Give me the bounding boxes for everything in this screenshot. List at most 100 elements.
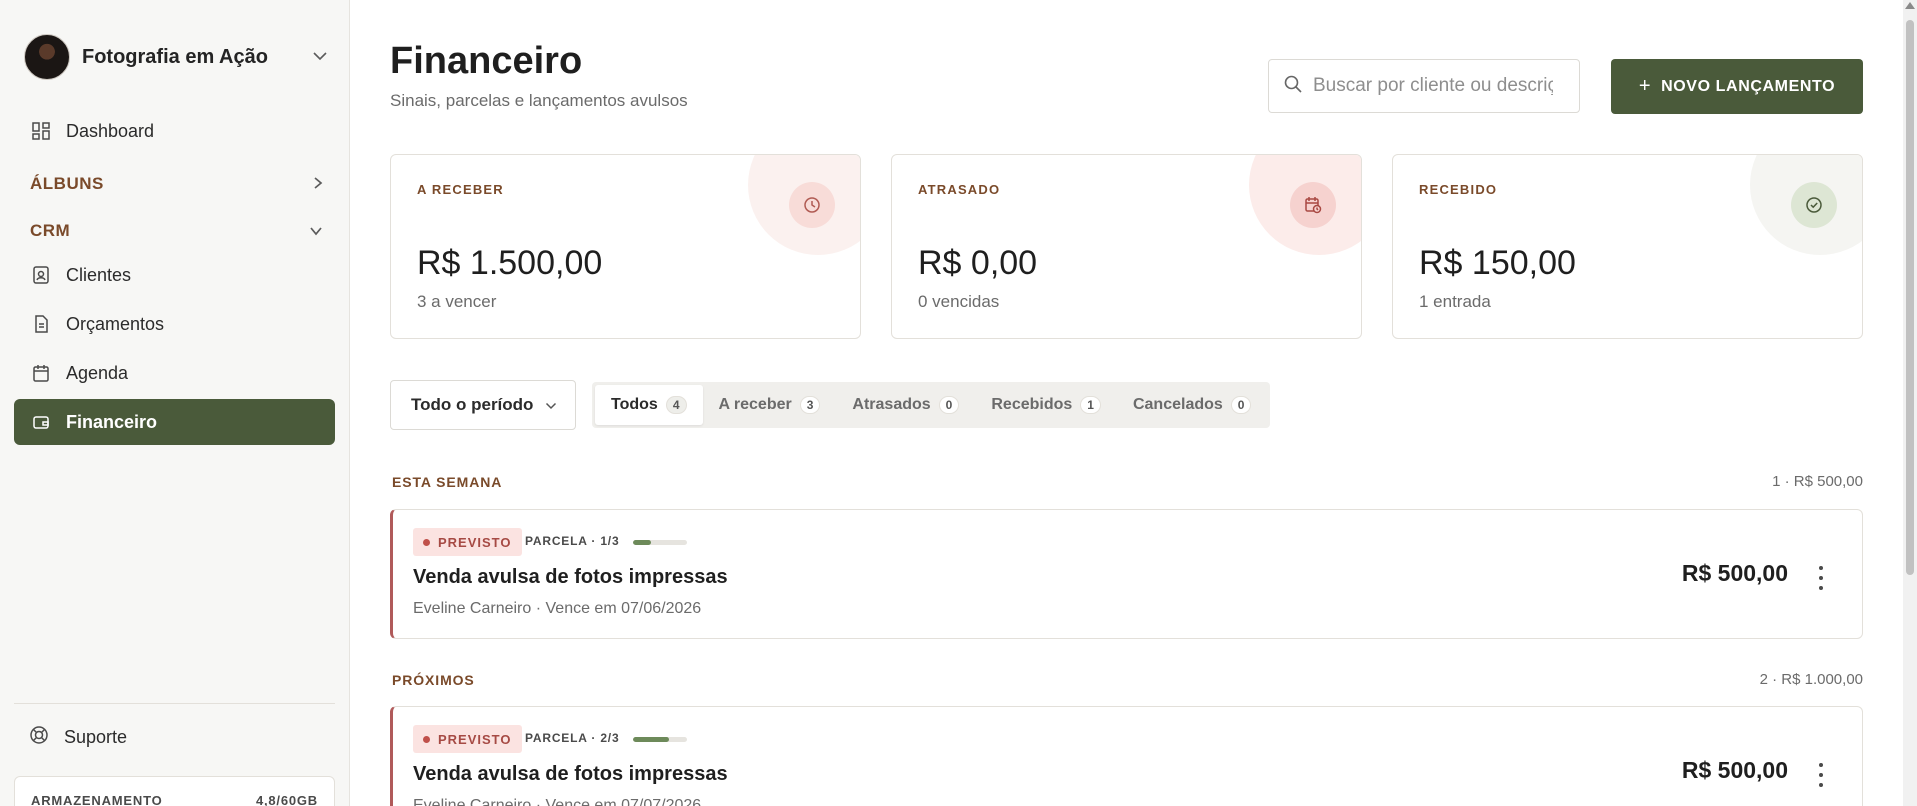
card-label: A RECEBER xyxy=(417,182,504,197)
sidebar-item-clientes[interactable]: Clientes xyxy=(14,252,335,298)
card-note: 0 vencidas xyxy=(918,292,1000,311)
storage-value: 4,8/60GB xyxy=(255,793,318,806)
sidebar-item-label: Dashboard xyxy=(66,120,155,141)
chevron-down-icon xyxy=(309,223,323,239)
tab-todos[interactable]: Todos 4 xyxy=(595,385,703,425)
document-icon xyxy=(30,313,52,335)
list-item[interactable]: PREVISTO PARCELA · 1/3 Venda avulsa de f… xyxy=(390,509,1863,639)
sidebar-item-label: Orçamentos xyxy=(66,313,165,334)
sidebar-item-label: Financeiro xyxy=(66,411,158,432)
storage-widget: ARMAZENAMENTO 4,8/60GB xyxy=(14,776,335,806)
card-a-receber: A RECEBER R$ 1.500,00 3 a vencer xyxy=(390,154,861,339)
status-tabs: Todos 4 A receber 3 Atrasados 0 Recebido… xyxy=(592,382,1271,428)
group-summary: 1 · R$ 500,00 xyxy=(1772,473,1863,490)
sidebar-section-crm[interactable]: CRM xyxy=(14,209,335,253)
group-summary: 2 · R$ 1.000,00 xyxy=(1759,671,1863,688)
group-heading: ESTA SEMANA xyxy=(392,474,503,490)
entry-title: Venda avulsa de fotos impressas xyxy=(413,566,728,588)
installment-progress xyxy=(633,540,687,545)
installment-tag: PARCELA · 2/3 xyxy=(525,731,620,745)
installment-progress xyxy=(633,737,687,742)
tab-label: A receber xyxy=(718,396,792,413)
status-dot xyxy=(423,538,430,546)
nav-crm: Clientes Orçamentos Agenda Financeiro xyxy=(14,252,335,445)
entry-meta: Eveline Carneiro · Vence em 07/07/2026 xyxy=(413,797,702,806)
workspace-switcher[interactable]: Fotografia em Ação xyxy=(24,34,328,80)
sidebar-section-label: CRM xyxy=(30,221,71,240)
tab-atrasados[interactable]: Atrasados 0 xyxy=(836,385,975,425)
calendar-alert-icon xyxy=(1290,182,1336,228)
new-entry-label: NOVO LANÇAMENTO xyxy=(1661,77,1836,95)
installment-progress-fill xyxy=(633,737,670,742)
tab-a-receber[interactable]: A receber 3 xyxy=(703,385,837,425)
tab-recebidos[interactable]: Recebidos 1 xyxy=(975,385,1117,425)
storage-label: ARMAZENAMENTO xyxy=(31,793,163,806)
chevron-down-icon xyxy=(312,48,328,66)
more-options-icon[interactable] xyxy=(1814,566,1828,590)
nav-albums: ÁLBUNS CRM xyxy=(14,162,335,253)
nav-main: Dashboard xyxy=(14,108,335,154)
card-note: 3 a vencer xyxy=(417,292,497,311)
sidebar-section-albums[interactable]: ÁLBUNS xyxy=(14,162,335,206)
card-label: ATRASADO xyxy=(918,182,1001,197)
sidebar-item-agenda[interactable]: Agenda xyxy=(14,350,335,396)
check-circle-icon xyxy=(1791,182,1837,228)
search-icon xyxy=(1283,74,1303,99)
calendar-icon xyxy=(30,362,52,384)
list-item[interactable]: PREVISTO PARCELA · 2/3 Venda avulsa de f… xyxy=(390,706,1863,806)
search-input[interactable] xyxy=(1313,75,1553,97)
workspace-name: Fotografia em Ação xyxy=(82,45,268,68)
chevron-right-icon xyxy=(313,176,323,193)
tab-count-badge: 4 xyxy=(665,396,687,414)
tab-count-badge: 1 xyxy=(1080,396,1101,414)
installment-progress-fill xyxy=(633,540,651,545)
chevron-down-icon xyxy=(545,398,557,413)
status-badge-label: PREVISTO xyxy=(438,731,512,747)
status-dot xyxy=(423,735,430,743)
card-atrasado: ATRASADO R$ 0,00 0 vencidas xyxy=(891,154,1362,339)
sidebar: Fotografia em Ação Dashboard ÁLBUNS CRM xyxy=(0,0,350,806)
installment-tag: PARCELA · 1/3 xyxy=(525,534,620,548)
entry-amount: R$ 500,00 xyxy=(1681,560,1788,586)
summary-cards: A RECEBER R$ 1.500,00 3 a vencer ATRASAD… xyxy=(390,154,1863,339)
tab-count-badge: 0 xyxy=(938,396,960,414)
lifebuoy-icon xyxy=(28,724,50,751)
scroll-up-arrow-icon[interactable] xyxy=(1905,2,1915,9)
period-select[interactable]: Todo o período xyxy=(390,380,576,430)
new-entry-button[interactable]: + NOVO LANÇAMENTO xyxy=(1611,59,1863,114)
sidebar-item-dashboard[interactable]: Dashboard xyxy=(14,108,335,154)
tab-label: Recebidos xyxy=(991,396,1073,413)
scrollbar[interactable] xyxy=(1903,0,1917,806)
card-label: RECEBIDO xyxy=(1419,182,1498,197)
entry-amount: R$ 500,00 xyxy=(1681,757,1788,783)
grid-icon xyxy=(30,120,52,142)
tab-label: Cancelados xyxy=(1132,396,1223,413)
sidebar-item-label: Clientes xyxy=(66,264,132,285)
card-note: 1 entrada xyxy=(1419,292,1491,311)
card-value: R$ 0,00 xyxy=(918,244,1038,282)
tab-label: Atrasados xyxy=(852,396,931,413)
sidebar-item-label: Agenda xyxy=(66,362,129,383)
tab-cancelados[interactable]: Cancelados 0 xyxy=(1117,385,1268,425)
sidebar-item-support[interactable]: Suporte xyxy=(28,724,127,751)
sidebar-item-orcamentos[interactable]: Orçamentos xyxy=(14,301,335,347)
wallet-icon xyxy=(30,411,52,433)
card-value: R$ 1.500,00 xyxy=(417,244,603,282)
search-box[interactable] xyxy=(1268,59,1580,113)
avatar xyxy=(24,34,70,80)
more-options-icon[interactable] xyxy=(1814,763,1828,787)
scrollbar-thumb[interactable] xyxy=(1906,20,1914,575)
sidebar-section-label: ÁLBUNS xyxy=(30,174,104,193)
entry-title: Venda avulsa de fotos impressas xyxy=(413,763,728,785)
contact-card-icon xyxy=(30,264,52,286)
status-badge-label: PREVISTO xyxy=(438,534,512,550)
sidebar-item-financeiro[interactable]: Financeiro xyxy=(14,399,335,445)
status-badge: PREVISTO xyxy=(413,725,522,753)
card-recebido: RECEBIDO R$ 150,00 1 entrada xyxy=(1392,154,1863,339)
entry-meta: Eveline Carneiro · Vence em 07/06/2026 xyxy=(413,600,702,617)
main-content: Financeiro Sinais, parcelas e lançamento… xyxy=(350,0,1917,806)
tab-label: Todos xyxy=(611,396,658,413)
group-heading: PRÓXIMOS xyxy=(392,672,475,688)
tab-count-badge: 0 xyxy=(1230,396,1252,414)
page-title: Financeiro xyxy=(390,40,583,82)
